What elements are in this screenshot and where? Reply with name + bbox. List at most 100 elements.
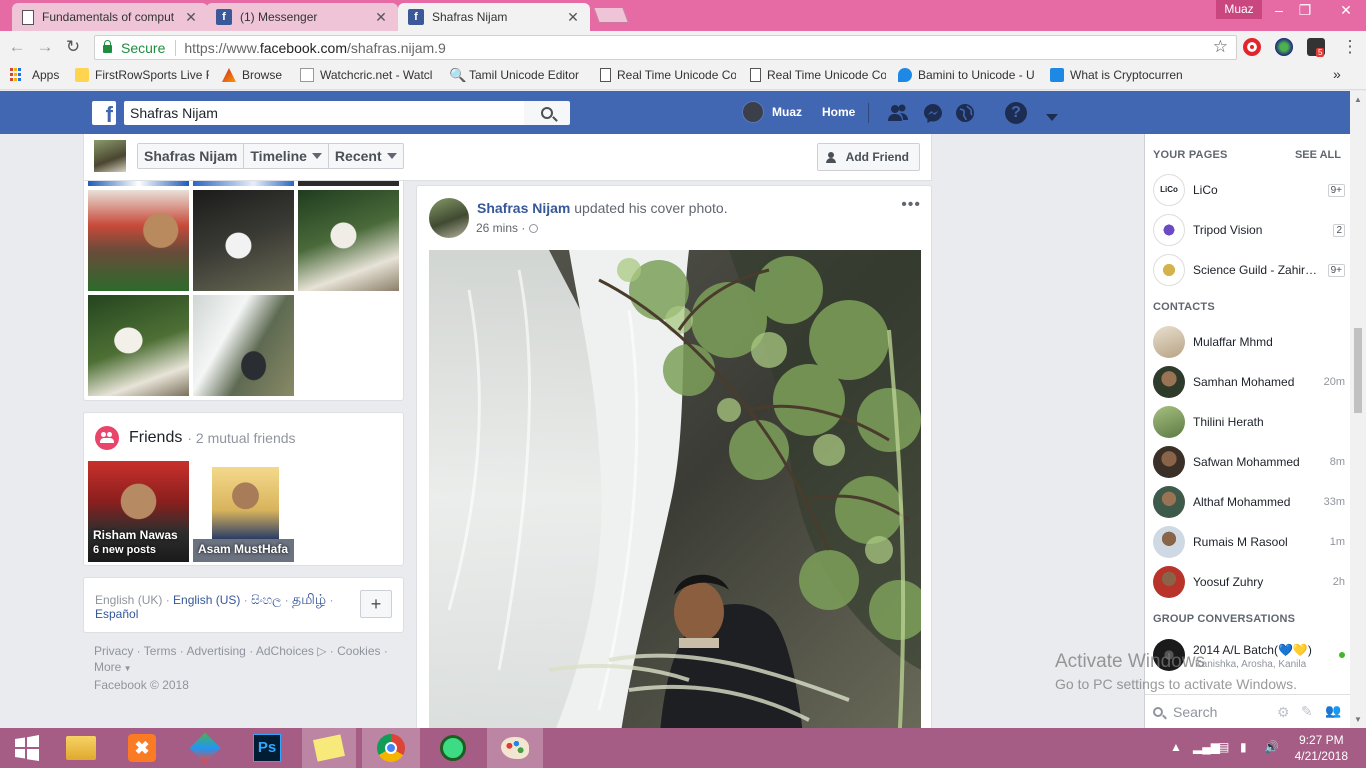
file-explorer-icon[interactable]	[54, 728, 108, 768]
language-link[interactable]: தமிழ்	[292, 591, 326, 607]
restore-icon[interactable]: ❐	[1290, 0, 1320, 20]
close-icon[interactable]: ✕	[566, 9, 580, 26]
xampp-icon[interactable]: ✖	[115, 728, 169, 768]
search-input[interactable]	[124, 101, 524, 125]
see-all-link[interactable]: SEE ALL	[1295, 149, 1341, 161]
compose-icon[interactable]: ✎	[1301, 703, 1313, 720]
start-button[interactable]	[0, 728, 54, 768]
android-studio-icon[interactable]	[426, 728, 480, 768]
reload-icon[interactable]: ↻	[62, 36, 84, 58]
messenger-icon[interactable]	[922, 102, 944, 124]
page-scrollbar[interactable]: ▲ ▼	[1350, 91, 1366, 728]
scroll-down-icon[interactable]: ▼	[1354, 715, 1362, 724]
globe-extension-icon[interactable]	[1275, 38, 1293, 56]
footer-more[interactable]: More	[94, 660, 121, 674]
friends-header[interactable]: Friends · 2 mutual friends	[95, 426, 296, 450]
more-bookmarks-icon[interactable]: »	[1333, 66, 1341, 82]
bookmark-real-time-unicode-1[interactable]: Real Time Unicode Co	[600, 68, 736, 82]
footer-link[interactable]: Advertising	[186, 644, 245, 658]
cover-photo[interactable]	[429, 250, 921, 746]
forward-icon[interactable]: →	[34, 36, 56, 58]
photo-thumbnail[interactable]	[193, 181, 294, 186]
photo-thumbnail[interactable]	[193, 190, 294, 291]
footer-link[interactable]: Cookies	[337, 644, 380, 658]
language-link[interactable]: Español	[95, 607, 138, 621]
profile-thumbnail[interactable]	[94, 140, 126, 172]
bookmark-firstrowsports[interactable]: FirstRowSports Live F	[75, 68, 209, 82]
profile-name-link[interactable]: Shafras Nijam	[138, 144, 245, 168]
app-diamond-icon[interactable]	[178, 728, 232, 768]
friend-requests-icon[interactable]	[887, 102, 909, 124]
page-item[interactable]: Tripod Vision 2	[1153, 212, 1345, 248]
recent-dropdown[interactable]: Recent	[329, 144, 403, 168]
chat-search[interactable]: Search ⚙ ✎ 👥	[1145, 694, 1351, 728]
add-friend-button[interactable]: Add Friend	[816, 143, 920, 171]
page-item[interactable]: LiCo LiCo 9+	[1153, 172, 1345, 208]
page-item[interactable]: Science Guild - Zahir… 9+	[1153, 252, 1345, 288]
bookmark-star-icon[interactable]: ☆	[1213, 37, 1228, 57]
bookmark-browse[interactable]: Browse	[222, 68, 282, 82]
contact-item[interactable]: Rumais M Rasool 1m	[1153, 524, 1345, 560]
opera-icon[interactable]	[1243, 38, 1261, 56]
photo-thumbnail[interactable]	[88, 295, 189, 396]
close-icon[interactable]: ✕	[374, 9, 388, 26]
tab-messenger[interactable]: f (1) Messenger ✕	[206, 3, 398, 31]
add-language-button[interactable]: +	[360, 590, 392, 618]
photo-thumbnail[interactable]	[193, 295, 294, 396]
scrollbar-thumb[interactable]	[1354, 328, 1362, 413]
menu-icon[interactable]: ⋮	[1339, 36, 1361, 58]
chrome-icon[interactable]	[362, 728, 420, 768]
paint-icon[interactable]	[487, 728, 543, 768]
tab-shafras-nijam[interactable]: f Shafras Nijam ✕	[398, 3, 590, 31]
timeline-dropdown[interactable]: Timeline	[244, 144, 329, 168]
photo-thumbnail[interactable]	[88, 181, 189, 186]
create-group-icon[interactable]: 👥	[1325, 703, 1341, 719]
contact-item[interactable]: Samhan Mohamed 20m	[1153, 364, 1345, 400]
friend-tile[interactable]: Risham Nawas 6 new posts	[88, 461, 189, 562]
notifications-globe-icon[interactable]	[954, 102, 976, 124]
post-options-button[interactable]: •••	[901, 196, 921, 214]
new-tab-button[interactable]	[593, 7, 629, 23]
bookmark-cryptocurrency[interactable]: What is Cryptocurren	[1050, 68, 1185, 82]
contact-item[interactable]: Mulaffar Mhmd	[1153, 324, 1345, 360]
footer-link[interactable]: Terms	[144, 644, 177, 658]
post-timestamp[interactable]: 26 mins ·	[476, 221, 539, 235]
windows-update-icon[interactable]: ▤	[1218, 740, 1229, 754]
contact-item[interactable]: Safwan Mohammed 8m	[1153, 444, 1345, 480]
volume-icon[interactable]: 🔊	[1264, 740, 1279, 754]
contact-item[interactable]: Thilini Herath	[1153, 404, 1345, 440]
contact-item[interactable]: Althaf Mohammed 33m	[1153, 484, 1345, 520]
window-close-icon[interactable]: ✕	[1326, 0, 1366, 20]
photo-thumbnail[interactable]	[88, 190, 189, 291]
footer-link[interactable]: AdChoices	[256, 644, 314, 658]
facebook-logo[interactable]: f	[92, 101, 116, 125]
language-link[interactable]: සිංහල	[251, 593, 281, 607]
show-hidden-icons-icon[interactable]: ▲	[1170, 740, 1182, 754]
system-clock[interactable]: 9:27 PM 4/21/2018	[1295, 732, 1348, 764]
footer-link[interactable]: Privacy	[94, 644, 133, 658]
post-author[interactable]: Shafras Nijam	[477, 200, 570, 216]
home-link[interactable]: Home	[822, 105, 855, 119]
search-button[interactable]	[524, 101, 570, 125]
tab-fundamentals[interactable]: Fundamentals of comput ✕	[12, 3, 208, 31]
bookmark-bamini[interactable]: Bamini to Unicode - U	[898, 68, 1038, 82]
profile-link[interactable]: Muaz	[742, 101, 802, 123]
bookmark-watchcric[interactable]: Watchcric.net - Watcl	[300, 68, 436, 82]
scroll-up-icon[interactable]: ▲	[1354, 95, 1362, 104]
friend-tile[interactable]: Asam MustHafa	[193, 461, 294, 562]
bookmark-apps[interactable]: Apps	[10, 68, 59, 82]
language-link[interactable]: English (US)	[173, 593, 240, 607]
photoshop-icon[interactable]: Ps	[240, 728, 294, 768]
battery-icon[interactable]: ▮	[1240, 740, 1247, 754]
sticky-notes-icon[interactable]	[302, 728, 356, 768]
bookmark-real-time-unicode-2[interactable]: Real Time Unicode Co	[750, 68, 886, 82]
extension-icon[interactable]: 5	[1307, 38, 1325, 57]
photo-thumbnail[interactable]	[298, 181, 399, 186]
photo-thumbnail[interactable]	[298, 190, 399, 291]
bookmark-tamil-unicode-editor[interactable]: 🔍 Tamil Unicode Editor	[449, 68, 585, 82]
network-icon[interactable]: ▂▄▆	[1193, 740, 1220, 754]
back-icon[interactable]: ←	[6, 36, 28, 58]
help-icon[interactable]: ?	[1005, 102, 1027, 124]
account-menu-chevron-down-icon[interactable]	[1041, 110, 1058, 124]
close-icon[interactable]: ✕	[184, 9, 198, 26]
